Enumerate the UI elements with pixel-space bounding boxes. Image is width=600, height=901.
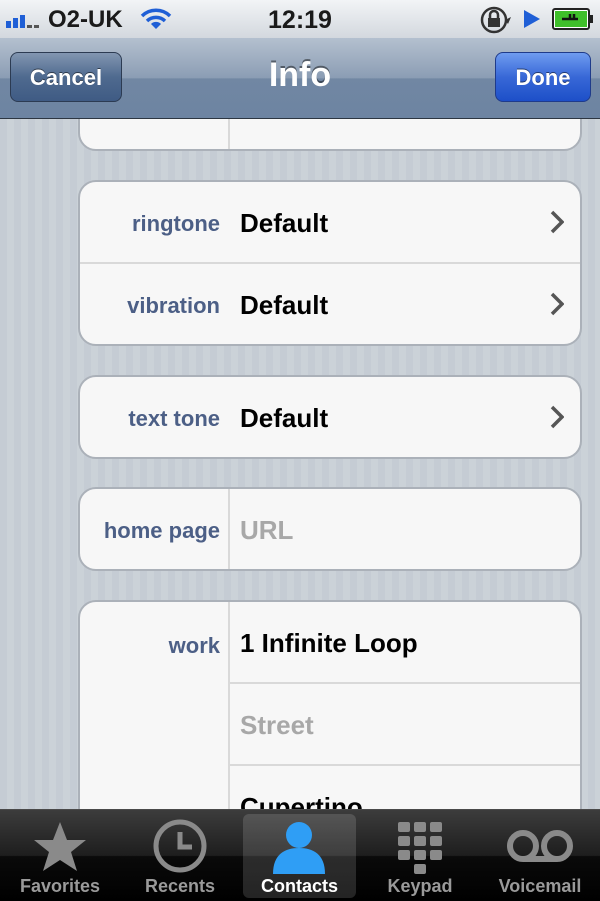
ringtone-value: Default [240, 208, 329, 238]
street-placeholder: Street [240, 710, 314, 740]
text-tone-row[interactable]: text tone Default [80, 377, 580, 457]
tab-voicemail[interactable]: Voicemail [480, 810, 600, 901]
column-divider [228, 119, 230, 149]
tab-favorites[interactable]: Favorites [0, 810, 120, 901]
text-tone-label: text tone [128, 406, 220, 431]
voicemail-icon [507, 830, 573, 862]
rotation-lock-icon [480, 6, 511, 34]
street-field[interactable]: Street [230, 684, 580, 766]
person-icon [273, 822, 325, 874]
status-bar: O2-UK 12:19 [0, 0, 600, 38]
address-type-label[interactable]: work [80, 633, 220, 659]
tab-bar: Favorites Recents Contacts Keypad Voicem… [0, 809, 600, 901]
tab-label: Favorites [19, 876, 101, 896]
chevron-right-icon [550, 292, 564, 316]
vibration-row[interactable]: vibration Default [80, 264, 580, 344]
city-field[interactable]: Cupertino [230, 766, 580, 809]
clock-icon [153, 819, 207, 873]
tab-recents[interactable]: Recents [120, 810, 240, 901]
battery-icon [552, 8, 593, 30]
contact-edit-list[interactable]: ringtone Default vibration Default text … [0, 119, 600, 809]
tab-label: Keypad [387, 876, 453, 896]
text-tone-value: Default [240, 403, 329, 433]
tab-keypad[interactable]: Keypad [360, 810, 480, 901]
address-line1-field[interactable]: 1 Infinite Loop [230, 602, 580, 684]
tab-label: Voicemail [498, 876, 582, 896]
home-page-label: home page [103, 518, 220, 543]
navigation-bar: Cancel Info Done [0, 38, 600, 119]
tones-group: ringtone Default vibration Default [78, 180, 582, 346]
star-icon [34, 822, 86, 871]
ringtone-row[interactable]: ringtone Default [80, 182, 580, 264]
chevron-right-icon [550, 210, 564, 234]
play-icon [524, 10, 540, 28]
city-value: Cupertino [240, 792, 363, 809]
tab-label: Contacts [260, 876, 338, 896]
text-tone-group: text tone Default [78, 375, 582, 459]
column-divider [228, 489, 230, 569]
previous-field-group [78, 119, 582, 151]
tab-label: Recents [144, 876, 216, 896]
home-page-row[interactable]: home page URL [80, 489, 580, 569]
home-page-input[interactable]: URL [240, 515, 293, 546]
chevron-right-icon [550, 405, 564, 429]
vibration-value: Default [240, 290, 329, 320]
tab-contacts[interactable]: Contacts [243, 814, 356, 898]
ringtone-label: ringtone [132, 211, 220, 236]
address-line1-value: 1 Infinite Loop [240, 628, 418, 658]
keypad-icon [398, 822, 442, 874]
vibration-label: vibration [127, 293, 220, 318]
home-page-group: home page URL [78, 487, 582, 571]
address-group: work 1 Infinite Loop Street Cupertino [78, 600, 582, 809]
done-button[interactable]: Done [495, 52, 591, 102]
